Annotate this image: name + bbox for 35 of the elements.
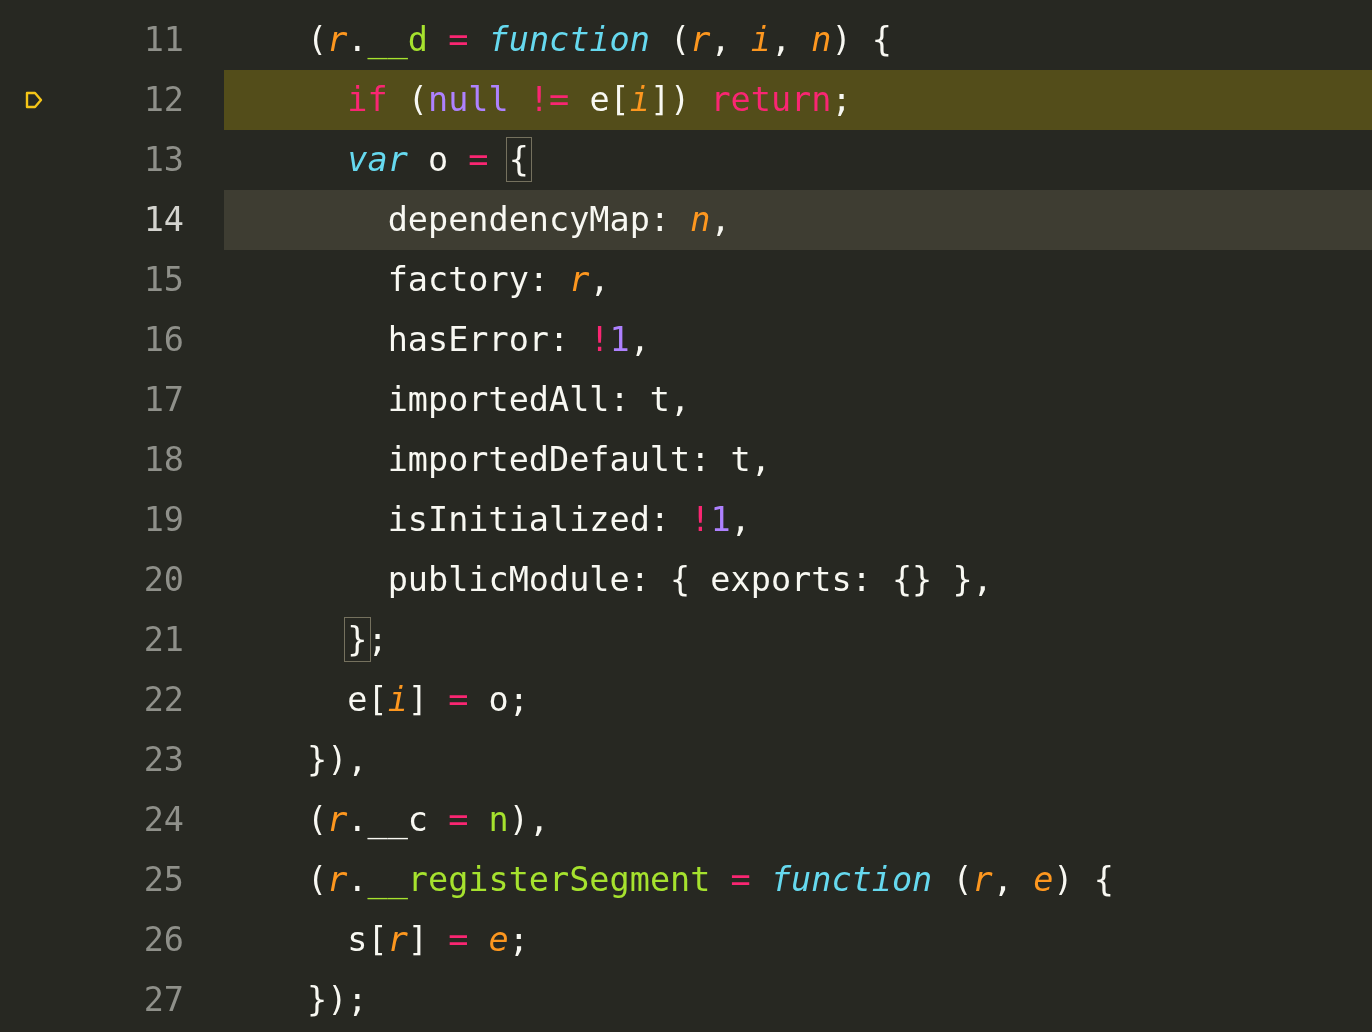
line-number: 11	[143, 23, 184, 57]
code-line: dependencyMap: n,	[386, 199, 731, 241]
line-number: 15	[143, 263, 184, 297]
line-number: 24	[143, 803, 184, 837]
code-line: (r.__c = n),	[307, 799, 550, 841]
code-line: };	[307, 619, 388, 661]
line-number: 12	[143, 83, 184, 117]
code-line: publicModule: { exports: {} },	[386, 559, 993, 601]
line-number: 13	[143, 143, 184, 177]
line-number: 27	[143, 983, 184, 1017]
line-number: 22	[143, 683, 184, 717]
line-number: 14	[143, 203, 184, 237]
code-line: importedDefault: t,	[386, 439, 771, 481]
line-number: 16	[143, 323, 184, 357]
line-number: 21	[143, 623, 184, 657]
line-number: 19	[143, 503, 184, 537]
code-line: (r.__d = function (r, i, n) {	[307, 19, 892, 61]
code-line: var o = {	[307, 139, 529, 181]
line-number: 17	[143, 383, 184, 417]
code-line: }),	[307, 739, 368, 781]
line-number: 26	[143, 923, 184, 957]
line-number: 18	[143, 443, 184, 477]
code-line: e[i] = o;	[346, 679, 529, 721]
code-line: (r.__registerSegment = function (r, e) {	[307, 859, 1114, 901]
code-line: });	[307, 979, 368, 1021]
code-line: factory: r,	[386, 259, 610, 301]
code-line: isInitialized: !1,	[386, 499, 751, 541]
code-line: s[r] = e;	[346, 919, 529, 961]
paused-breakpoint-icon[interactable]	[24, 90, 44, 110]
line-number: 23	[143, 743, 184, 777]
line-number: 25	[143, 863, 184, 897]
line-number: 20	[143, 563, 184, 597]
code-line: if (null != e[i]) return;	[346, 79, 852, 121]
code-line: importedAll: t,	[386, 379, 691, 421]
code-line: hasError: !1,	[386, 319, 650, 361]
